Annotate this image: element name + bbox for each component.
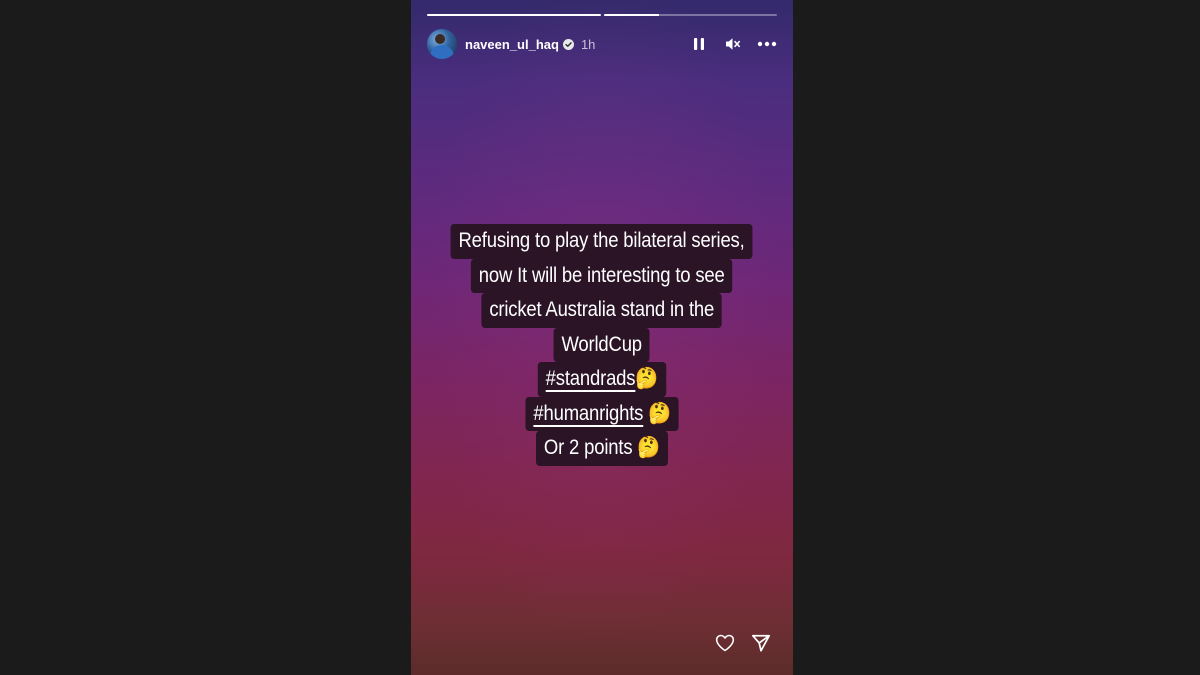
caption-line: cricket Australia stand in the [481,293,723,328]
more-options-button[interactable] [757,34,777,54]
pause-button[interactable] [689,34,709,54]
share-button[interactable] [751,633,771,653]
thinking-emoji-icon: 🤔 [647,401,671,425]
avatar[interactable] [427,29,457,59]
caption-line: Or 2 points 🤔 [535,431,669,466]
progress-segment-1 [427,14,601,16]
story-header: naveen_ul_haq 1h [427,28,777,60]
story-viewer[interactable]: naveen_ul_haq 1h Refusing to play the bi… [411,0,793,675]
caption-line: #standrads🤔 [537,362,667,397]
screen: naveen_ul_haq 1h Refusing to play the bi… [0,0,1200,675]
username[interactable]: naveen_ul_haq [465,37,559,52]
hashtag-humanrights[interactable]: #humanrights [533,402,643,425]
send-icon [751,634,771,652]
more-options-icon [757,41,777,47]
pause-icon [694,38,704,50]
thinking-emoji-icon: 🤔 [637,436,661,459]
progress-fill [603,14,660,16]
caption-line: now It will be interesting to see [471,258,733,293]
caption-text: now It will be interesting to see [479,263,725,287]
caption-text: WorldCup [561,332,643,356]
caption-text: Refusing to play the bilateral series, [458,229,746,252]
caption-text: cricket Australia stand in the [489,298,715,321]
header-actions [689,34,777,54]
progress-segment-2 [603,14,777,16]
story-footer [715,633,771,653]
caption-line: WorldCup [553,327,651,362]
story-caption: Refusing to play the bilateral series, n… [411,224,793,466]
volume-muted-icon [726,38,740,50]
hashtag-standrads[interactable]: #standrads [546,367,636,390]
thinking-emoji-icon: 🤔 [635,367,659,390]
story-progress [427,14,777,16]
heart-icon [715,634,735,652]
progress-fill [427,14,601,16]
verified-badge-icon [562,38,574,50]
post-time: 1h [580,36,596,52]
caption-line: Refusing to play the bilateral series, [451,224,753,259]
caption-line: #humanrights 🤔 [525,396,679,431]
mute-button[interactable] [723,34,743,54]
like-button[interactable] [715,633,735,653]
caption-text: Or 2 points [543,436,633,459]
